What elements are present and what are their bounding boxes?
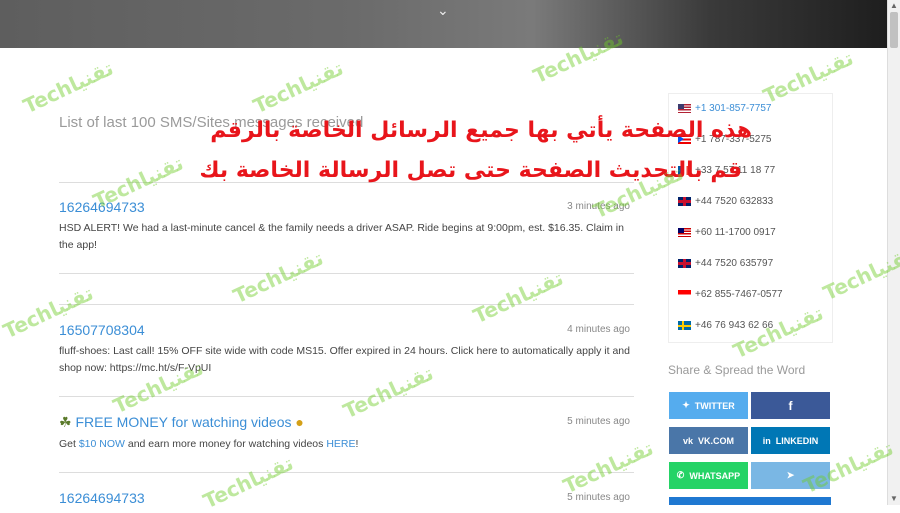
message-item: 16264694733 3 minutes ago HSD ALERT! We …	[59, 199, 634, 254]
sidebar-number-item[interactable]: +62 855-7467-0577	[678, 289, 783, 300]
promo-title[interactable]: ☘ FREE MONEY for watching videos ●	[59, 414, 634, 431]
sidebar-number-text[interactable]: +46 76 943 62 66	[695, 320, 773, 331]
scrollbar[interactable]: ▲ ▼	[887, 0, 900, 505]
watermark-logo: Techتقنيا	[19, 55, 117, 119]
sidebar-number-item[interactable]: +44 7520 632833	[678, 196, 773, 207]
watermark-logo: Techتقنيا	[229, 245, 327, 309]
sidebar-number-item[interactable]: +46 76 943 62 66	[678, 320, 773, 331]
promo-text-post: !	[355, 438, 359, 450]
linkedin-button[interactable]: in LINKEDIN	[751, 427, 830, 454]
sidebar-number-text[interactable]: +44 7520 635797	[695, 258, 773, 269]
telegram-icon: ➤	[786, 470, 795, 480]
message-time: 3 minutes ago	[567, 201, 630, 212]
whatsapp-button[interactable]: ✆ WHATSAPP	[669, 462, 748, 489]
scroll-down-arrow-icon[interactable]: ▼	[890, 495, 898, 503]
share-title: Share & Spread the Word	[668, 363, 806, 377]
promo-text-pre: Get	[59, 438, 79, 450]
divider	[59, 472, 634, 473]
promo-link-here[interactable]: HERE	[326, 438, 355, 450]
message-time: 5 minutes ago	[567, 492, 630, 503]
id-flag-icon	[678, 290, 691, 299]
vk-icon: vk	[682, 435, 693, 446]
linkedin-icon: in	[762, 435, 771, 446]
message-number-link[interactable]: 16264694733	[59, 490, 634, 506]
overlay-line-2: قم بالتحديث الصفحة حتى تصل الرسالة الخاص…	[199, 158, 742, 183]
promo-text-mid: and earn more money for watching videos	[124, 438, 327, 450]
us-flag-icon	[678, 104, 691, 113]
message-time: 5 minutes ago	[567, 416, 630, 427]
message-number-link[interactable]: 16507708304	[59, 322, 634, 338]
facebook-icon: f	[788, 398, 793, 413]
clover-icon: ☘	[59, 414, 72, 430]
divider	[59, 273, 634, 274]
money-bag-icon: ●	[295, 414, 304, 430]
sidebar-number-item[interactable]: +60 11-1700 0917	[678, 227, 776, 238]
se-flag-icon	[678, 321, 691, 330]
hero-banner: ⌄	[0, 0, 888, 48]
vk-button[interactable]: vk VK.COM	[669, 427, 748, 454]
watermark-logo: Techتقنيا	[469, 265, 567, 329]
sidebar-number-text[interactable]: +62 855-7467-0577	[695, 289, 783, 300]
message-text: HSD ALERT! We had a last-minute cancel &…	[59, 222, 624, 251]
promo-title-text[interactable]: FREE MONEY for watching videos	[75, 414, 291, 430]
sidebar-number-item[interactable]: +44 7520 635797	[678, 258, 773, 269]
facebook-button[interactable]: f	[751, 392, 830, 419]
promo-item: ☘ FREE MONEY for watching videos ● 5 min…	[59, 414, 634, 453]
sidebar-number-text[interactable]: +60 11-1700 0917	[695, 227, 776, 238]
twitter-button[interactable]: ✦ TWITTER	[669, 392, 748, 419]
twitter-icon: ✦	[682, 400, 690, 410]
promo-link-10-now[interactable]: $10 NOW	[79, 438, 125, 450]
chevron-down-icon[interactable]: ⌄	[437, 2, 449, 19]
twitter-label: TWITTER	[694, 400, 735, 411]
vk-label: VK.COM	[698, 435, 734, 446]
message-item: 16264694733 5 minutes ago	[59, 490, 634, 506]
message-number-link[interactable]: 16264694733	[59, 199, 634, 215]
more-share-button[interactable]	[669, 497, 831, 505]
watermark-logo: Techتقنيا	[249, 55, 347, 119]
overlay-line-1: هذه الصفحة يأتي بها جميع الرسائل الخاصة …	[210, 118, 752, 143]
scroll-thumb[interactable]	[890, 12, 898, 48]
linkedin-label: LINKEDIN	[775, 435, 819, 446]
sidebar-number-item[interactable]: +1 301-857-7757	[678, 103, 771, 114]
sidebar-number-text[interactable]: +44 7520 632833	[695, 196, 773, 207]
whatsapp-icon: ✆	[676, 470, 685, 480]
scroll-up-arrow-icon[interactable]: ▲	[890, 2, 898, 10]
divider	[59, 396, 634, 397]
message-item: 16507708304 4 minutes ago fluff-shoes: L…	[59, 322, 634, 377]
uk-flag-icon	[678, 259, 691, 268]
whatsapp-label: WHATSAPP	[689, 470, 741, 481]
uk-flag-icon	[678, 197, 691, 206]
my-flag-icon	[678, 228, 691, 237]
sidebar-number-text[interactable]: +1 301-857-7757	[695, 103, 771, 114]
message-text: fluff-shoes: Last call! 15% OFF site wid…	[59, 345, 630, 374]
divider	[59, 304, 634, 305]
promo-text: Get $10 NOW and earn more money for watc…	[59, 436, 634, 453]
message-time: 4 minutes ago	[567, 324, 630, 335]
telegram-button[interactable]: ➤	[751, 462, 830, 489]
